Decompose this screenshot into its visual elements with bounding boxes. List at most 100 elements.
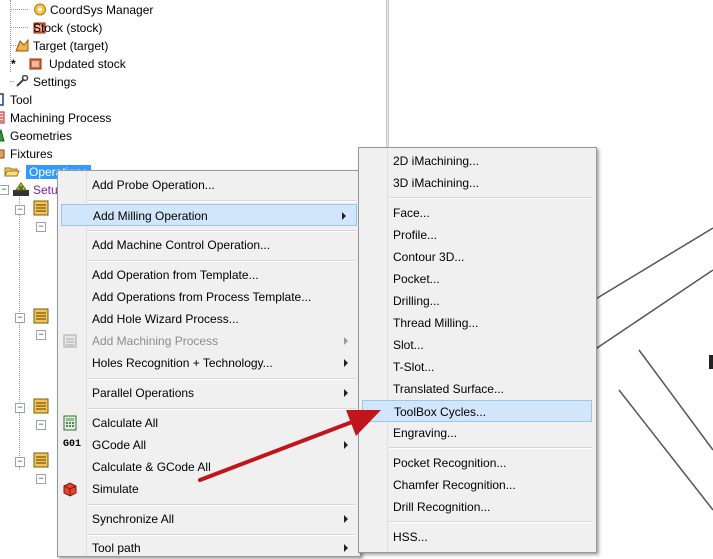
submenu-item-slot[interactable]: Slot...	[393, 334, 424, 356]
menu-item-add-machine-control[interactable]: Add Machine Control Operation...	[92, 234, 270, 256]
submenu-item-translated-surface[interactable]: Translated Surface...	[393, 378, 504, 400]
menu-item-label: Synchronize All	[92, 512, 175, 526]
collapse-toggle[interactable]: −	[15, 313, 25, 323]
submenu-item-profile[interactable]: Profile...	[393, 224, 437, 246]
tree-item-coordsys[interactable]: CoordSys Manager	[50, 1, 153, 19]
menu-separator	[88, 200, 356, 202]
geometries-icon	[0, 128, 10, 142]
tree-guide	[10, 81, 14, 82]
menu-item-calculate-all[interactable]: Calculate All	[92, 412, 158, 434]
menu-item-label: Add Milling Operation	[93, 209, 208, 223]
tree-guide	[10, 27, 28, 28]
gcode-icon: G01	[63, 439, 82, 450]
tree-item-tool[interactable]: Tool	[10, 91, 32, 109]
setup-icon	[11, 181, 31, 197]
submenu-item-drill-recognition[interactable]: Drill Recognition...	[393, 496, 490, 518]
submenu-arrow-icon	[344, 389, 348, 397]
collapse-toggle[interactable]: −	[15, 205, 25, 215]
menu-item-label: Parallel Operations	[92, 386, 195, 400]
machining-process-disabled-icon	[62, 333, 78, 349]
collapse-toggle[interactable]: −	[36, 420, 46, 430]
submenu-arrow-icon	[344, 359, 348, 367]
submenu-arrow-icon	[344, 515, 348, 523]
menu-separator	[88, 230, 356, 232]
machining-process-icon	[0, 111, 10, 124]
menu-item-label: Tool path	[92, 541, 141, 555]
menu-separator	[88, 408, 356, 410]
menu-item-calculate-gcode-all[interactable]: Calculate & GCode All	[92, 456, 211, 478]
submenu-item-toolbox-cycles[interactable]: ToolBox Cycles...	[362, 400, 592, 422]
collapse-toggle[interactable]: −	[36, 474, 46, 484]
collapse-toggle[interactable]: −	[15, 457, 25, 467]
submenu-item-drilling[interactable]: Drilling...	[393, 290, 440, 312]
folder-open-icon	[4, 165, 20, 178]
menu-separator	[88, 378, 356, 380]
menu-item-add-operation-from-template[interactable]: Add Operation from Template...	[92, 264, 259, 286]
menu-item-parallel-operations[interactable]: Parallel Operations	[92, 382, 356, 404]
submenu-arrow-icon	[342, 212, 346, 220]
submenu-item-face[interactable]: Face...	[393, 202, 430, 224]
target-icon	[15, 38, 29, 52]
menu-separator	[389, 197, 592, 199]
menu-gutter	[359, 148, 388, 552]
menu-item-label: GCode All	[92, 438, 147, 452]
simulate-icon	[62, 481, 78, 497]
operation-icon	[32, 307, 50, 325]
submenu-item-chamfer-recognition[interactable]: Chamfer Recognition...	[393, 474, 516, 496]
context-menu: Add Probe Operation... Add Milling Opera…	[57, 170, 361, 557]
tree-guide	[10, 9, 28, 10]
collapse-toggle[interactable]: −	[36, 222, 46, 232]
operation-icon	[32, 451, 50, 469]
menu-separator	[88, 534, 356, 536]
menu-item-tool-path[interactable]: Tool path	[92, 537, 356, 559]
tree-item-settings[interactable]: Settings	[33, 73, 76, 91]
tree-item-wrap: Stock (stock)	[33, 19, 102, 37]
operation-icon	[32, 397, 50, 415]
submenu-item-hss[interactable]: HSS...	[393, 526, 428, 548]
tree-item-target[interactable]: Target (target)	[33, 37, 108, 55]
submenu-item-3d-imachining[interactable]: 3D iMachining...	[393, 172, 479, 194]
fixtures-icon	[0, 147, 10, 160]
menu-separator	[88, 260, 356, 262]
menu-separator	[88, 504, 356, 506]
tree-item-updated-stock[interactable]: Updated stock	[49, 55, 126, 73]
tree-item-stock[interactable]: Stock (stock)	[33, 21, 102, 35]
submenu-item-pocket-recognition[interactable]: Pocket Recognition...	[393, 452, 506, 474]
menu-item-label: Holes Recognition + Technology...	[92, 356, 273, 370]
tree-item-geometries[interactable]: Geometries	[10, 127, 72, 145]
updated-stock-icon	[29, 57, 43, 70]
updated-stock-prefix: *	[11, 57, 16, 71]
collapse-toggle[interactable]: −	[15, 403, 25, 413]
tree-item-fixtures[interactable]: Fixtures	[10, 145, 53, 163]
settings-icon	[15, 74, 29, 88]
menu-item-holes-recognition[interactable]: Holes Recognition + Technology...	[92, 352, 356, 374]
collapse-toggle[interactable]: −	[0, 185, 9, 195]
submenu-arrow-icon	[344, 441, 348, 449]
submenu-item-engraving[interactable]: Engraving...	[393, 422, 457, 444]
milling-operation-submenu: 2D iMachining... 3D iMachining... Face..…	[358, 147, 597, 553]
submenu-item-thread-milling[interactable]: Thread Milling...	[393, 312, 478, 334]
menu-item-gcode-all[interactable]: GCode All	[92, 434, 356, 456]
submenu-item-2d-imachining[interactable]: 2D iMachining...	[393, 150, 479, 172]
operation-icon	[32, 199, 50, 217]
menu-item-simulate[interactable]: Simulate	[92, 478, 139, 500]
coordsys-icon	[33, 3, 47, 16]
menu-separator	[389, 447, 592, 449]
tree-guide	[19, 190, 20, 470]
menu-separator	[389, 521, 592, 523]
tree-item-machining-process[interactable]: Machining Process	[10, 109, 111, 127]
submenu-item-pocket[interactable]: Pocket...	[393, 268, 440, 290]
collapse-toggle[interactable]: −	[36, 330, 46, 340]
menu-gutter	[58, 171, 87, 556]
menu-item-add-operations-from-process-template[interactable]: Add Operations from Process Template...	[92, 286, 311, 308]
menu-item-add-hole-wizard-process[interactable]: Add Hole Wizard Process...	[92, 308, 239, 330]
menu-item-synchronize-all[interactable]: Synchronize All	[92, 508, 356, 530]
calculator-icon	[62, 415, 78, 431]
submenu-item-t-slot[interactable]: T-Slot...	[393, 356, 434, 378]
menu-item-add-probe-operation[interactable]: Add Probe Operation...	[92, 174, 215, 196]
menu-item-add-milling-operation[interactable]: Add Milling Operation	[61, 204, 357, 226]
menu-item-label: Add Machining Process	[92, 334, 219, 348]
submenu-arrow-icon	[344, 337, 348, 345]
submenu-item-contour-3d[interactable]: Contour 3D...	[393, 246, 464, 268]
menu-item-add-machining-process: Add Machining Process	[92, 330, 356, 352]
